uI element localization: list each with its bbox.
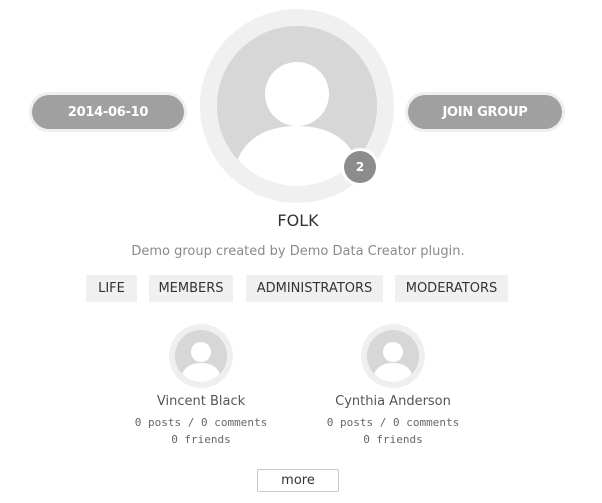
tab-moderators[interactable]: MODERATORS [395, 275, 508, 302]
member-name[interactable]: Cynthia Anderson [313, 394, 473, 409]
more-button[interactable]: more [257, 469, 339, 492]
tab-administrators[interactable]: ADMINISTRATORS [246, 275, 383, 302]
member-post-stats: 0 posts / 0 comments [326, 416, 460, 429]
member-friend-count: 0 friends [171, 433, 231, 446]
member-name[interactable]: Vincent Black [121, 394, 281, 409]
tab-life[interactable]: LIFE [86, 275, 137, 302]
default-avatar-icon [175, 330, 227, 382]
member-avatar[interactable] [361, 324, 425, 388]
group-description: Demo group created by Demo Data Creator … [131, 244, 465, 259]
join-group-label[interactable]: JOIN GROUP [408, 95, 562, 129]
group-title: FOLK [277, 211, 319, 230]
tab-members[interactable]: MEMBERS [149, 275, 233, 302]
member-avatar[interactable] [169, 324, 233, 388]
member-post-stats: 0 posts / 0 comments [134, 416, 268, 429]
member-card: Cynthia Anderson 0 posts / 0 comments 0 … [313, 324, 473, 454]
default-avatar-icon [367, 330, 419, 382]
member-card: Vincent Black 0 posts / 0 comments 0 fri… [121, 324, 281, 454]
group-date-pill: 2014-06-10 [29, 92, 187, 132]
group-tabs: LIFE MEMBERS ADMINISTRATORS MODERATORS [0, 275, 596, 302]
member-friend-count: 0 friends [363, 433, 423, 446]
group-date-label: 2014-06-10 [32, 95, 184, 129]
member-count-value: 2 [344, 151, 376, 183]
member-count-badge: 2 [341, 148, 379, 186]
join-group-button[interactable]: JOIN GROUP [405, 92, 565, 132]
